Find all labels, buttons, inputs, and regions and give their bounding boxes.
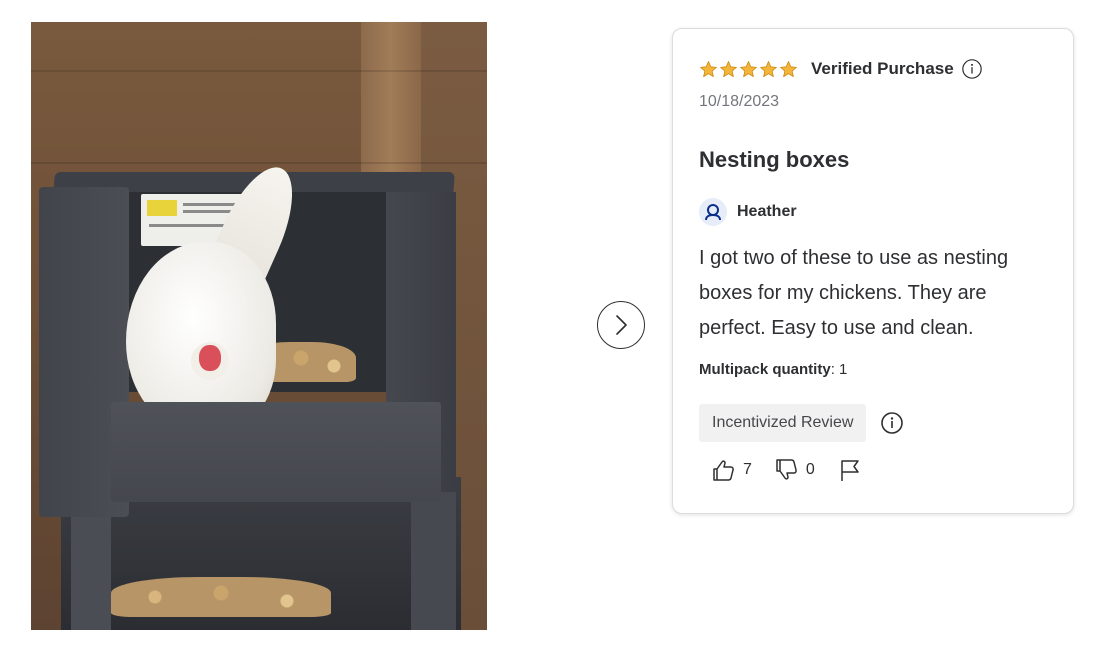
incentivized-review-badge: Incentivized Review	[699, 404, 867, 442]
upper-bin-front	[111, 402, 441, 502]
unhelpful-button[interactable]: 0	[774, 457, 815, 483]
verified-purchase-label: Verified Purchase	[811, 59, 954, 78]
thumbs-up-icon	[713, 460, 734, 481]
helpful-button[interactable]: 7	[711, 457, 752, 483]
wall-plank	[31, 70, 487, 72]
helpful-count: 7	[743, 461, 752, 478]
badge-row: Incentivized Review	[699, 404, 904, 442]
star-rating	[699, 60, 798, 79]
flag-icon	[841, 460, 859, 481]
lower-bin-side	[411, 482, 456, 630]
review-date: 10/18/2023	[699, 93, 780, 110]
info-icon[interactable]	[880, 411, 904, 435]
chevron-right-icon	[616, 315, 627, 335]
thumbs-down-icon	[776, 459, 797, 480]
carousel-next-button[interactable]	[597, 301, 645, 349]
review-carousel-page: Verified Purchase 10/18/2023 Nesting box…	[0, 0, 1104, 652]
multipack-quantity: Multipack quantity: 1	[699, 361, 847, 378]
multipack-quantity-label: Multipack quantity	[699, 361, 831, 378]
avatar	[699, 198, 727, 226]
star-icon	[700, 60, 717, 77]
star-icon	[780, 60, 797, 77]
star-icon	[740, 60, 757, 77]
review-card: Verified Purchase 10/18/2023 Nesting box…	[672, 28, 1074, 514]
bin-label-logo	[147, 200, 177, 216]
reviewer: Heather	[699, 198, 797, 226]
star-icon	[760, 60, 777, 77]
multipack-quantity-value: : 1	[830, 361, 848, 378]
report-button[interactable]	[837, 457, 863, 483]
wood-shavings	[111, 577, 331, 617]
review-photo[interactable]	[31, 22, 487, 630]
info-icon[interactable]	[961, 58, 983, 80]
chicken-comb	[199, 345, 221, 371]
review-body: I got two of these to use as nesting box…	[699, 247, 1009, 339]
unhelpful-count: 0	[805, 461, 815, 478]
rating-row: Verified Purchase	[699, 58, 983, 80]
wall-plank	[31, 162, 487, 164]
review-title: Nesting boxes	[699, 147, 850, 172]
bin-label-line	[183, 210, 233, 213]
user-icon	[705, 204, 721, 221]
review-actions: 7 0	[711, 457, 885, 483]
reviewer-name: Heather	[737, 203, 797, 220]
star-icon	[720, 60, 737, 77]
